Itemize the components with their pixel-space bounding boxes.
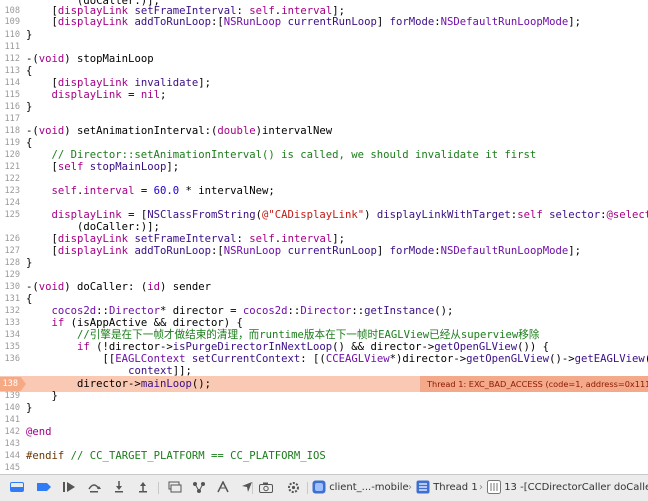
debug-area-icon [10,482,24,492]
simulate-location-button[interactable] [236,475,258,501]
memory-graph-icon [193,482,205,493]
breakpoints-toggle-button[interactable] [33,475,55,501]
step-over-button[interactable] [83,475,105,501]
breadcrumb-thread[interactable]: Thread 1 [416,475,478,501]
toolbar-divider [307,482,308,494]
memory-graph-button[interactable] [188,475,210,501]
breadcrumb-separator-icon: › [479,482,483,493]
toolbar-divider [158,482,159,494]
frame-name: 13 -[CCDirectorCaller doCalle [504,482,648,493]
step-out-icon [139,482,147,493]
app-target-icon [312,480,326,494]
breadcrumb-frame[interactable]: 13 -[CCDirectorCaller doCalle [487,475,648,501]
view-hierarchy-button[interactable] [164,475,186,501]
continue-button[interactable] [58,475,80,501]
gear-icon [287,481,299,493]
screenshot-button[interactable] [256,475,276,501]
step-out-button[interactable] [132,475,154,501]
debug-settings-button[interactable] [283,475,303,501]
code-line: 145 [0,460,648,474]
step-over-icon [88,484,101,493]
stack-frame-icon [487,480,501,494]
view-hierarchy-icon [168,481,182,493]
step-into-icon [115,481,123,493]
thread-icon [416,480,430,494]
code-editor[interactable]: (doCaller:)]; 108 [displayLink setFrameI… [0,0,648,474]
toolbar-divider [252,482,253,494]
debug-bar: client_...-mobile › Thread 1 › 13 -[CCDi… [0,474,648,501]
step-into-button[interactable] [108,475,130,501]
play-pause-icon [63,482,75,492]
breadcrumb-separator-icon: › [408,482,412,493]
environment-overrides-button[interactable] [212,475,234,501]
environment-overrides-icon [217,480,229,493]
target-name: client_...-mobile [329,482,409,493]
breakpoint-icon [37,483,51,491]
breadcrumb-target[interactable]: client_...-mobile [312,475,409,501]
camera-icon [259,482,273,493]
hide-debug-area-button[interactable] [4,475,30,501]
line-number: 145 [4,463,20,473]
thread-name: Thread 1 [433,482,478,493]
